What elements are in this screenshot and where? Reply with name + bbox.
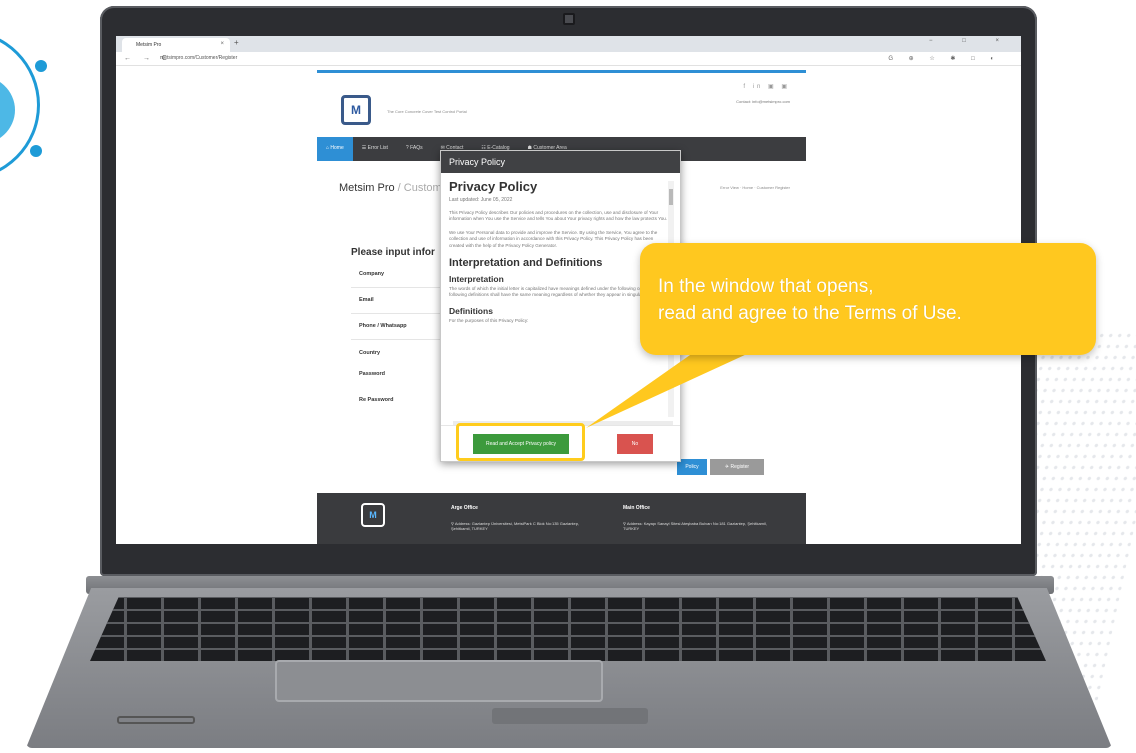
- touchpad: [275, 660, 603, 702]
- stage: Metsim Pro × + − □ × ← → C metsimpro.com…: [0, 0, 1136, 753]
- callout-line-2: read and agree to the Terms of Use.: [658, 303, 962, 324]
- callout-text: In the window that opens, read and agree…: [658, 273, 962, 327]
- keyboard-rows: [90, 597, 1046, 661]
- card-slot: [117, 716, 195, 724]
- callout-box: In the window that opens, read and agree…: [640, 243, 1096, 355]
- lid-notch: [492, 708, 648, 724]
- callout-line-1: In the window that opens,: [658, 276, 874, 297]
